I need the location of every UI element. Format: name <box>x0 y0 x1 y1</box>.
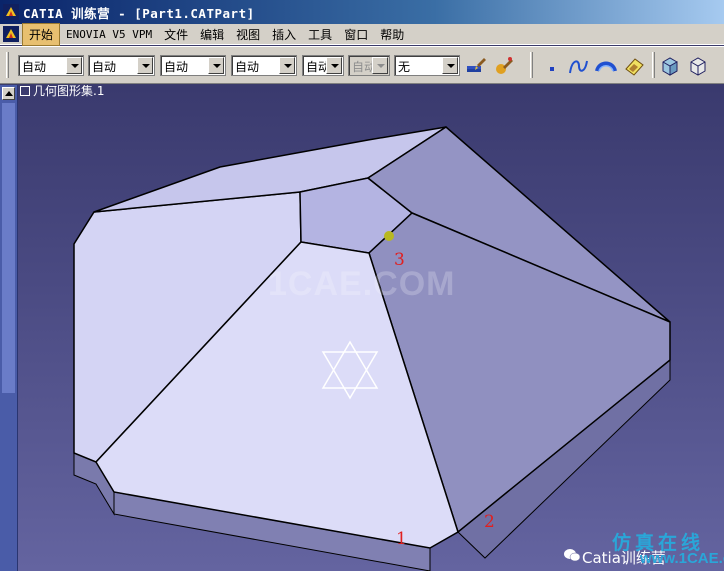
spline-icon <box>569 60 588 74</box>
layer-combo[interactable]: 无 <box>394 55 460 76</box>
menu-view[interactable]: 视图 <box>230 24 266 45</box>
geometrical-set-icon <box>20 86 30 96</box>
eraser-button[interactable] <box>622 54 646 78</box>
highlight-point[interactable] <box>384 231 394 241</box>
color-combo-value: 自动 <box>22 60 47 74</box>
menu-edit[interactable]: 编辑 <box>194 24 230 45</box>
toolbar-grip[interactable] <box>6 52 9 78</box>
menu-bar: 开始 ENOVIA V5 VPM 文件 编辑 视图 插入 工具 窗口 帮助 <box>0 22 724 46</box>
watermark: 1CAE.COM <box>268 265 456 303</box>
polyhedron-model[interactable]: 1 2 3 <box>18 85 724 571</box>
line-thickness-combo-value: 自动 <box>164 60 189 74</box>
layer-combo-value: 无 <box>398 60 411 74</box>
chevron-down-icon[interactable] <box>279 57 295 74</box>
view-shading-icon <box>690 57 706 76</box>
chevron-down-icon[interactable] <box>442 57 458 74</box>
source-badge: Catia训练营 仿真在线 www.1CAE.com <box>560 528 724 571</box>
point-button[interactable] <box>540 54 564 78</box>
scroll-up-icon[interactable] <box>2 87 15 100</box>
helix-button[interactable] <box>594 54 618 78</box>
line-type-combo-value: 自动 <box>235 60 260 74</box>
transparency-combo-value: 自动 <box>92 60 117 74</box>
view-isometric-button[interactable] <box>658 54 682 78</box>
chevron-down-icon[interactable] <box>326 57 342 74</box>
render-style-combo[interactable]: 自动 <box>348 55 390 76</box>
chevron-down-icon[interactable] <box>66 57 82 74</box>
helix-icon <box>595 61 617 72</box>
specification-tree-scrollbar[interactable] <box>0 85 18 571</box>
paint-brush-button[interactable] <box>464 54 488 78</box>
line-type-combo[interactable]: 自动 <box>231 55 297 76</box>
toolbar-grip[interactable] <box>530 52 533 78</box>
title-bar: CATIA 训练营 - [Part1.CATPart] <box>0 0 724 24</box>
document-menu-icon[interactable] <box>3 26 19 42</box>
point-icon <box>550 67 554 71</box>
graphic-properties-toolbar: 自动 自动 自动 自动 自动 自动 无 <box>0 46 724 84</box>
window-title: CATIA 训练营 - [Part1.CATPart] <box>23 5 255 21</box>
color-combo[interactable]: 自动 <box>18 55 84 76</box>
menu-window[interactable]: 窗口 <box>338 24 374 45</box>
spline-button[interactable] <box>566 54 590 78</box>
fill-brush-button[interactable] <box>492 54 516 78</box>
scrollbar-thumb[interactable] <box>2 103 15 393</box>
point-symbol-combo[interactable]: 自动 <box>302 55 344 76</box>
menu-help[interactable]: 帮助 <box>374 24 410 45</box>
geometrical-set-node[interactable]: 几何图形集.1 <box>20 85 104 98</box>
menu-tools[interactable]: 工具 <box>302 24 338 45</box>
point-label-2: 2 <box>484 512 495 532</box>
view-shading-button[interactable] <box>686 54 710 78</box>
brand-url: www.1CAE.com <box>640 550 724 567</box>
line-thickness-combo[interactable]: 自动 <box>160 55 226 76</box>
chevron-down-icon[interactable] <box>208 57 224 74</box>
menu-enovia[interactable]: ENOVIA V5 VPM <box>60 26 158 43</box>
3d-viewport[interactable]: 1 2 3 几何图形集.1 1CAE.COM <box>18 85 724 571</box>
menu-file[interactable]: 文件 <box>158 24 194 45</box>
menu-insert[interactable]: 插入 <box>266 24 302 45</box>
wechat-icon <box>564 549 580 562</box>
fill-brush-icon <box>496 57 513 74</box>
toolbar-grip[interactable] <box>652 52 655 78</box>
point-label-1: 1 <box>396 529 407 549</box>
view-isometric-icon <box>662 57 678 76</box>
chevron-down-icon[interactable] <box>137 57 153 74</box>
chevron-down-icon[interactable] <box>372 57 388 74</box>
geometrical-set-label: 几何图形集.1 <box>33 85 105 98</box>
eraser-icon <box>625 58 644 76</box>
transparency-combo[interactable]: 自动 <box>88 55 155 76</box>
paint-brush-icon <box>467 58 486 72</box>
menu-start[interactable]: 开始 <box>22 22 61 46</box>
catia-logo-icon <box>3 4 19 20</box>
